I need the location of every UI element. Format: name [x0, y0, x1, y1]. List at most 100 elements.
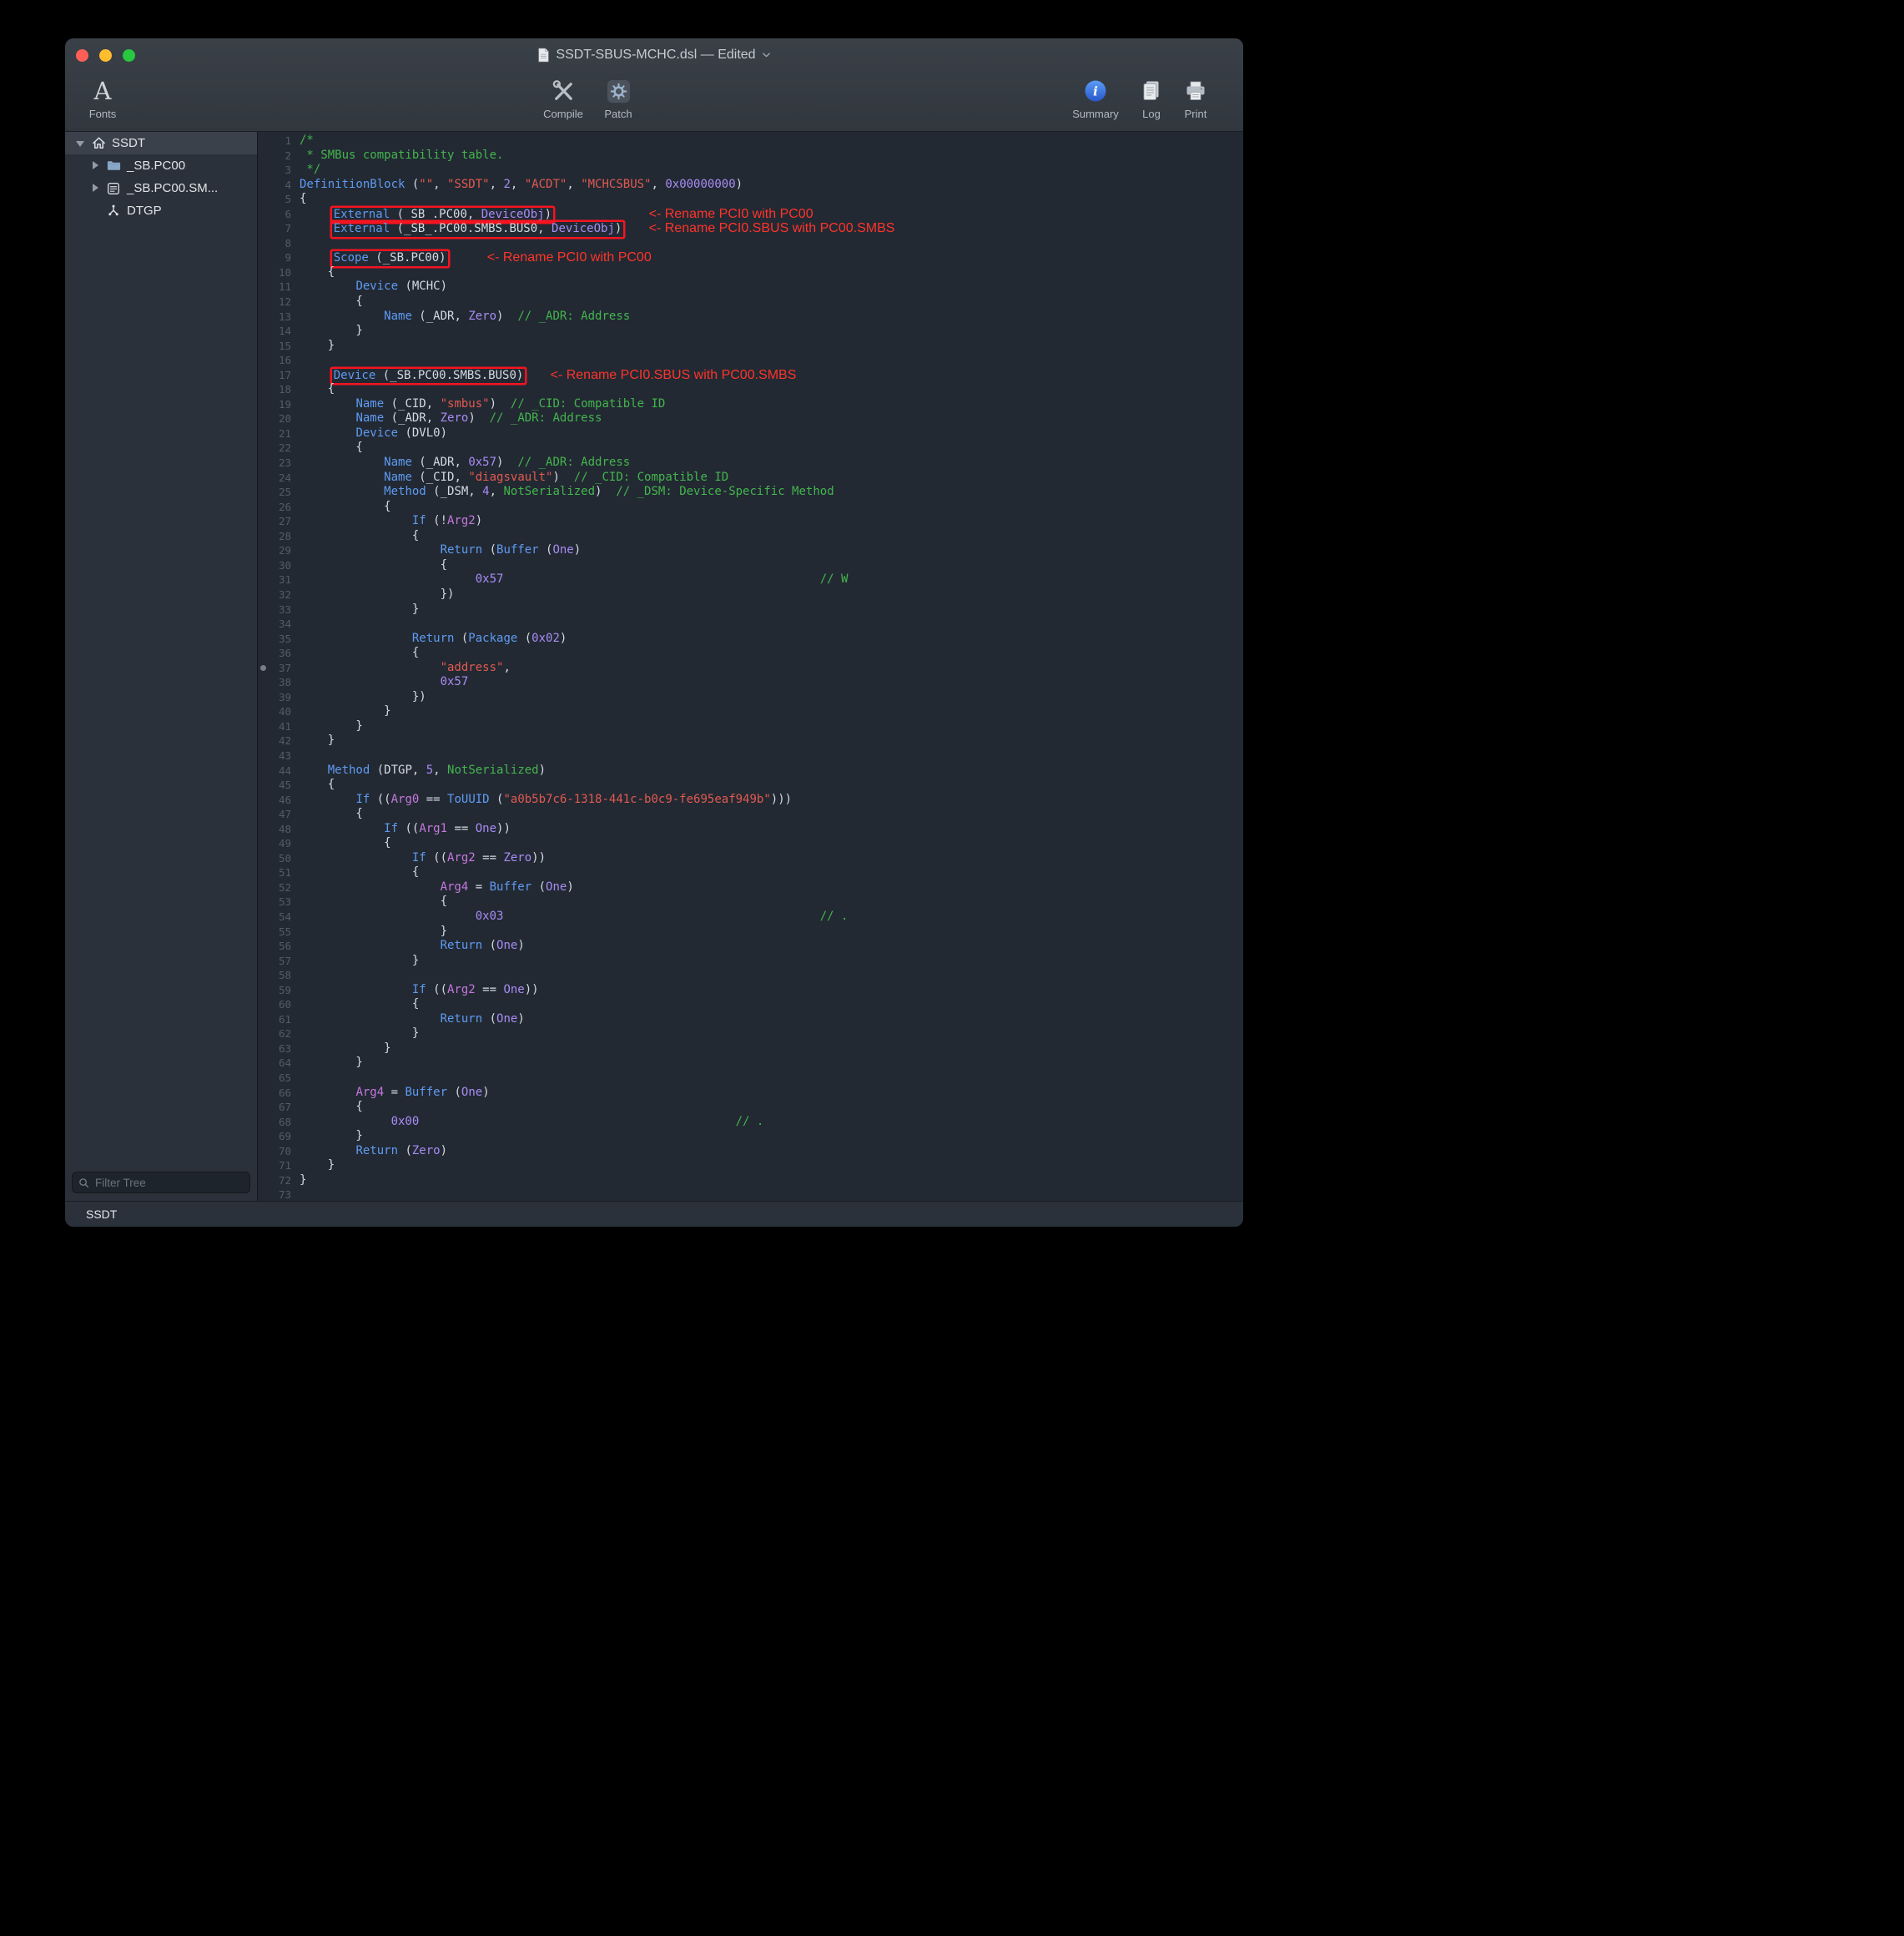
code-line: 20 Name (_ADR, Zero) // _ADR: Address — [258, 411, 1243, 426]
patch-highlight-box: Scope (_SB.PC00) — [332, 251, 448, 266]
code-line: 62 } — [258, 1026, 1243, 1041]
line-number: 27 — [258, 514, 300, 529]
code-text: Device (DVL0) — [300, 426, 447, 441]
code-line: 34 — [258, 617, 1243, 632]
sidebar: SSDT _SB.PC00_SB.PC00.SM...DTGP — [65, 132, 258, 1201]
code-text: Arg4 = Buffer (One) — [300, 1086, 490, 1101]
sidebar-item-ssdt[interactable]: SSDT — [65, 132, 257, 154]
code-token: , — [651, 178, 665, 191]
code-token — [300, 397, 355, 411]
patch-button[interactable]: Patch — [594, 76, 642, 120]
code-token: ) — [560, 632, 567, 645]
code-token: (DTGP, — [370, 764, 426, 777]
code-token: ) — [468, 411, 489, 425]
code-token — [300, 880, 441, 894]
code-text: If ((Arg1 == One)) — [300, 822, 511, 837]
code-token: (_SB_.PC00, — [390, 208, 481, 221]
code-text: If ((Arg2 == One)) — [300, 983, 539, 998]
code-text: /* — [300, 134, 314, 149]
line-number: 9 — [258, 250, 300, 265]
code-token: == — [419, 793, 447, 806]
line-number: 59 — [258, 983, 300, 998]
code-text: } — [300, 1173, 306, 1188]
line-number: 41 — [258, 719, 300, 734]
code-line: 24 Name (_CID, "diagsvault") // _CID: Co… — [258, 471, 1243, 486]
code-token: Package — [468, 632, 517, 645]
code-line: 36 { — [258, 646, 1243, 661]
line-number: 53 — [258, 895, 300, 910]
code-token: ( — [398, 1144, 412, 1157]
code-token: 0x57 — [441, 675, 469, 688]
code-token — [300, 1012, 441, 1026]
line-number: 73 — [258, 1187, 300, 1201]
code-token — [503, 910, 819, 923]
compile-button[interactable]: Compile — [537, 76, 589, 120]
line-number: 40 — [258, 704, 300, 719]
code-token: ) — [615, 222, 622, 235]
code-token: , — [567, 178, 581, 191]
code-editor[interactable]: 1/*2 * SMBus compatibility table.3 */4De… — [258, 132, 1243, 1201]
code-line: 66 Arg4 = Buffer (One) — [258, 1086, 1243, 1101]
code-token: ( — [447, 1086, 461, 1099]
code-token: DeviceObj — [552, 222, 615, 235]
title-chevron-icon[interactable] — [762, 52, 771, 58]
code-token — [419, 1115, 735, 1128]
disclosure-expanded-icon[interactable] — [75, 139, 85, 149]
code-line: 49 { — [258, 836, 1243, 851]
compile-tools-icon — [550, 76, 577, 106]
line-number: 51 — [258, 865, 300, 880]
code-token: ( — [482, 543, 496, 557]
sidebar-item-dtgp[interactable]: DTGP — [65, 199, 257, 222]
minimize-button[interactable] — [99, 49, 112, 62]
code-token: Method — [384, 485, 426, 498]
sidebar-item-sb-pc00[interactable]: _SB.PC00 — [65, 154, 257, 177]
code-line: 46 If ((Arg0 == ToUUID ("a0b5b7c6-1318-4… — [258, 793, 1243, 808]
disclosure-collapsed-icon[interactable] — [90, 184, 100, 194]
code-token: { — [300, 382, 335, 396]
code-token: { — [300, 895, 447, 908]
code-line: 2 * SMBus compatibility table. — [258, 149, 1243, 164]
filter-tree-field[interactable] — [72, 1172, 250, 1193]
code-text: } — [300, 954, 419, 969]
code-token: Return — [441, 1012, 483, 1026]
code-token: } — [300, 1041, 391, 1055]
filter-tree-input[interactable] — [93, 1176, 244, 1190]
line-number: 55 — [258, 925, 300, 940]
print-button[interactable]: Print — [1174, 76, 1217, 120]
traffic-lights — [76, 38, 135, 72]
code-token: } — [300, 1173, 306, 1187]
code-token: One — [496, 939, 517, 952]
code-token — [300, 632, 412, 645]
patch-gear-icon — [606, 76, 632, 106]
line-number: 57 — [258, 954, 300, 969]
disclosure-collapsed-icon[interactable] — [90, 161, 100, 171]
line-number: 60 — [258, 997, 300, 1012]
code-text: } — [300, 1041, 391, 1056]
line-number: 56 — [258, 939, 300, 954]
code-line: 44 Method (DTGP, 5, NotSerialized) — [258, 764, 1243, 779]
code-token: ( — [490, 793, 504, 806]
log-button[interactable]: Log — [1131, 76, 1172, 120]
fonts-button[interactable]: A Fonts — [78, 76, 127, 120]
code-token: (_ADR, — [384, 411, 440, 425]
code-token: One — [496, 1012, 517, 1026]
sidebar-item-sb-pc00-sm[interactable]: _SB.PC00.SM... — [65, 177, 257, 199]
code-token — [300, 369, 328, 382]
code-token: { — [300, 865, 419, 879]
code-token: Arg4 — [355, 1086, 384, 1099]
toolbar: A Fonts Compile Patch i Summary — [65, 72, 1243, 131]
code-token: "" — [419, 178, 433, 191]
close-button[interactable] — [76, 49, 88, 62]
code-line: 64 } — [258, 1056, 1243, 1071]
line-number: 54 — [258, 910, 300, 925]
patch-highlight-box: External (_SB_.PC00, DeviceObj) — [332, 208, 553, 223]
zoom-button[interactable] — [123, 49, 135, 62]
code-token: Arg1 — [419, 822, 447, 835]
code-token: ) — [441, 1144, 447, 1157]
code-token: , — [433, 178, 447, 191]
code-text: "address", — [300, 661, 511, 676]
summary-button[interactable]: i Summary — [1070, 76, 1121, 120]
code-token: One — [552, 543, 573, 557]
sidebar-item-label: SSDT — [112, 136, 145, 150]
code-token: NotSerialized — [447, 764, 539, 777]
